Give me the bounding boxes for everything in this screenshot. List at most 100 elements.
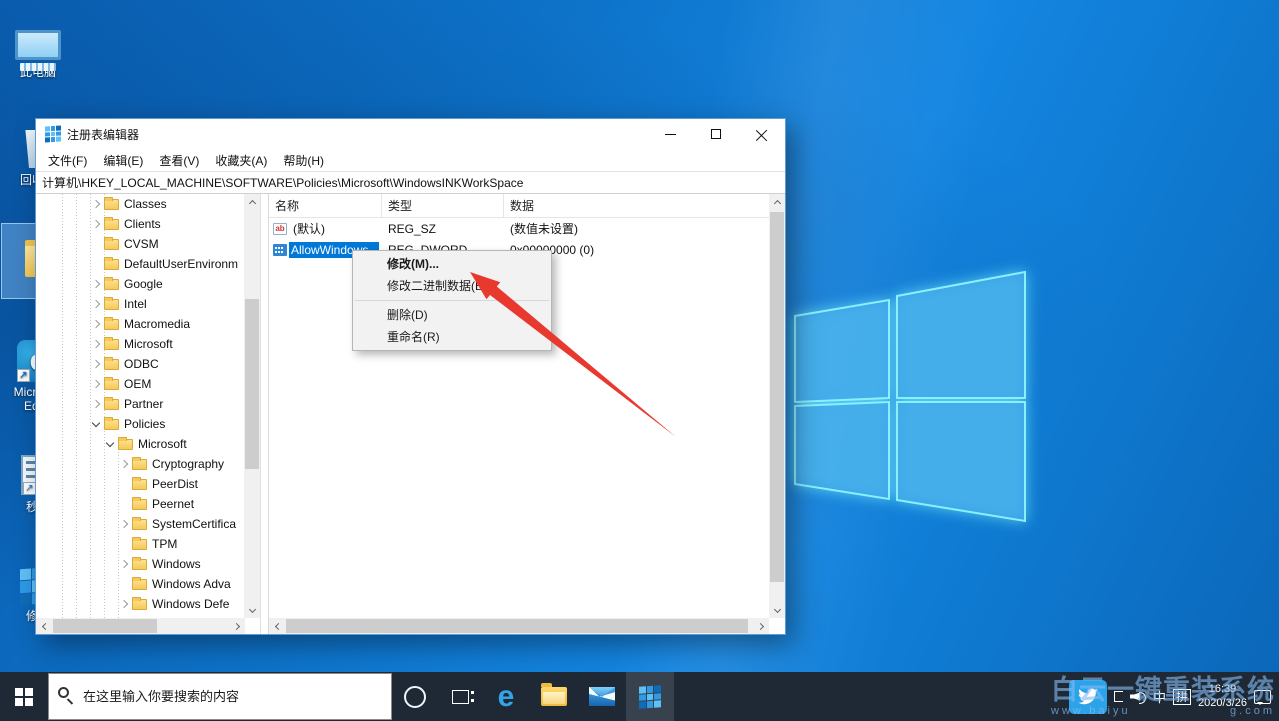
chevron-right-icon[interactable] [88, 381, 104, 387]
context-menu-modify-binary[interactable]: 修改二进制数据(B)... [353, 275, 551, 297]
taskbar-explorer-button[interactable] [530, 672, 578, 721]
maximize-button[interactable] [693, 119, 739, 149]
taskbar-regedit-button[interactable] [626, 672, 674, 721]
hidden-icons-chevron[interactable] [1114, 691, 1123, 702]
context-menu-delete[interactable]: 删除(D) [353, 304, 551, 326]
desktop-icon-this-pc[interactable]: 此电脑 [0, 8, 76, 80]
menu-file[interactable]: 文件(F) [40, 152, 95, 169]
chevron-right-icon[interactable] [88, 201, 104, 207]
title-bar[interactable]: 注册表编辑器 [36, 119, 785, 149]
tree-item[interactable]: Microsoft [36, 334, 245, 354]
scrollbar-thumb[interactable] [286, 619, 748, 633]
folder-icon [104, 359, 119, 370]
search-input[interactable] [48, 673, 392, 720]
menu-edit[interactable]: 编辑(E) [95, 152, 151, 169]
scroll-right-icon[interactable] [753, 618, 769, 634]
context-menu-rename[interactable]: 重命名(R) [353, 326, 551, 348]
clock-date: 2020/3/26 [1198, 697, 1247, 711]
tree-item[interactable]: Macromedia [36, 314, 245, 334]
edge-icon: e [498, 682, 515, 712]
tree-item[interactable]: Windows Adva [36, 574, 245, 594]
registry-value-row[interactable]: ab(默认) REG_SZ (数值未设置) [269, 218, 785, 239]
chevron-right-icon[interactable] [88, 301, 104, 307]
tree-item[interactable]: Intel [36, 294, 245, 314]
chevron-right-icon[interactable] [88, 281, 104, 287]
tree-item[interactable]: CVSM [36, 234, 245, 254]
tree-item[interactable]: OEM [36, 374, 245, 394]
scroll-down-icon[interactable] [769, 602, 785, 618]
tree-item[interactable]: Peernet [36, 494, 245, 514]
chevron-right-icon[interactable] [88, 321, 104, 327]
chevron-right-icon[interactable] [88, 341, 104, 347]
scrollbar-thumb[interactable] [770, 212, 784, 582]
tree-item[interactable]: PeerDist [36, 474, 245, 494]
twitter-bird-icon [1077, 688, 1099, 706]
taskbar-edge-button[interactable]: e [482, 672, 530, 721]
scroll-up-icon[interactable] [769, 194, 785, 210]
chevron-down-icon[interactable] [102, 443, 118, 446]
chevron-right-icon[interactable] [116, 461, 132, 467]
scroll-up-icon[interactable] [244, 194, 260, 210]
address-bar[interactable]: 计算机\HKEY_LOCAL_MACHINE\SOFTWARE\Policies… [36, 171, 785, 194]
scroll-down-icon[interactable] [244, 602, 260, 618]
menu-favorites[interactable]: 收藏夹(A) [207, 152, 275, 169]
ime-language-indicator[interactable]: 中 [1153, 687, 1166, 706]
start-button[interactable] [0, 672, 48, 721]
values-vertical-scrollbar[interactable] [769, 194, 785, 618]
chevron-right-icon[interactable] [88, 361, 104, 367]
tree-item[interactable]: SystemCertifica [36, 514, 245, 534]
tree-item[interactable]: ODBC [36, 354, 245, 374]
chevron-right-icon[interactable] [88, 221, 104, 227]
tree-item[interactable]: Microsoft [36, 434, 245, 454]
column-type[interactable]: 类型 [382, 194, 504, 217]
action-center-icon[interactable] [1254, 690, 1271, 704]
tree-item[interactable]: Partner [36, 394, 245, 414]
column-data[interactable]: 数据 [504, 194, 785, 217]
chevron-down-icon[interactable] [88, 423, 104, 426]
folder-icon [132, 519, 147, 530]
twitter-tray-button[interactable] [1069, 680, 1107, 714]
taskbar-search[interactable] [48, 673, 392, 720]
mail-icon [589, 687, 615, 706]
tree-item[interactable]: Windows [36, 554, 245, 574]
task-view-button[interactable] [438, 672, 482, 721]
close-icon [756, 128, 768, 140]
folder-icon [118, 439, 133, 450]
ime-mode-indicator[interactable]: 拼 [1173, 689, 1191, 705]
scroll-left-icon[interactable] [36, 618, 52, 634]
chevron-right-icon[interactable] [116, 561, 132, 567]
chevron-right-icon[interactable] [116, 521, 132, 527]
tree-item[interactable]: Cryptography [36, 454, 245, 474]
folder-icon [104, 299, 119, 310]
tree-horizontal-scrollbar[interactable] [36, 618, 245, 634]
minimize-button[interactable] [647, 119, 693, 149]
tree-item[interactable]: DefaultUserEnvironm [36, 254, 245, 274]
chevron-right-icon[interactable] [88, 401, 104, 407]
scroll-right-icon[interactable] [229, 618, 245, 634]
tree-item[interactable]: Windows Defe [36, 594, 245, 614]
taskbar-clock[interactable]: 16:39 2020/3/26 [1198, 683, 1247, 711]
cortana-button[interactable] [392, 672, 438, 721]
context-menu-modify[interactable]: 修改(M)... [353, 253, 551, 275]
menu-view[interactable]: 查看(V) [151, 152, 207, 169]
scrollbar-thumb[interactable] [53, 619, 157, 633]
tree-item[interactable]: Clients [36, 214, 245, 234]
value-data: (数值未设置) [504, 220, 785, 237]
scroll-left-icon[interactable] [269, 618, 285, 634]
taskbar-mail-button[interactable] [578, 672, 626, 721]
values-horizontal-scrollbar[interactable] [269, 618, 769, 634]
volume-icon[interactable] [1130, 690, 1146, 704]
tree-vertical-scrollbar[interactable] [244, 194, 260, 618]
tree-item[interactable]: Classes [36, 194, 245, 214]
tree-item[interactable]: Google [36, 274, 245, 294]
chevron-right-icon[interactable] [116, 601, 132, 607]
close-button[interactable] [739, 119, 785, 149]
address-path: 计算机\HKEY_LOCAL_MACHINE\SOFTWARE\Policies… [42, 174, 523, 191]
column-name[interactable]: 名称 [269, 194, 382, 217]
tree-item[interactable]: Policies [36, 414, 245, 434]
scrollbar-thumb[interactable] [245, 299, 259, 469]
pane-splitter[interactable] [261, 194, 269, 634]
folder-icon [132, 579, 147, 590]
tree-item[interactable]: TPM [36, 534, 245, 554]
menu-help[interactable]: 帮助(H) [275, 152, 332, 169]
